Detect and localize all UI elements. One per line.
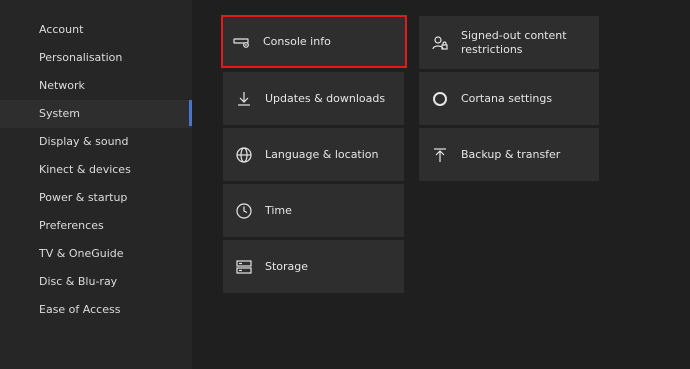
- sidebar-item-label: Network: [39, 79, 85, 92]
- sidebar-item-display-sound[interactable]: Display & sound: [0, 128, 192, 156]
- tile-label: Time: [265, 203, 292, 217]
- sidebar-item-system[interactable]: System: [0, 100, 192, 128]
- sidebar-item-kinect-devices[interactable]: Kinect & devices: [0, 156, 192, 184]
- language-location-tile[interactable]: Language & location: [223, 128, 404, 181]
- cortana-settings-tile[interactable]: Cortana settings: [419, 72, 599, 125]
- updates-downloads-tile[interactable]: Updates & downloads: [223, 72, 404, 125]
- tile-label: Updates & downloads: [265, 91, 386, 105]
- user-lock-icon: [431, 34, 449, 52]
- sidebar-item-account[interactable]: Account: [0, 16, 192, 44]
- sidebar-item-label: Personalisation: [39, 51, 123, 64]
- sidebar-item-label: Power & startup: [39, 191, 128, 204]
- console-icon: [233, 33, 251, 51]
- sidebar-item-label: Preferences: [39, 219, 104, 232]
- tile-label: Storage: [265, 259, 309, 273]
- sidebar-item-label: Disc & Blu-ray: [39, 275, 118, 288]
- storage-icon: [235, 258, 253, 276]
- sidebar-item-label: Ease of Access: [39, 303, 121, 316]
- sidebar-item-ease-of-access[interactable]: Ease of Access: [0, 296, 192, 324]
- sidebar-item-label: Kinect & devices: [39, 163, 131, 176]
- sidebar-item-label: System: [39, 107, 81, 120]
- tile-label: Backup & transfer: [461, 147, 561, 161]
- sidebar: Account Personalisation Network System D…: [0, 0, 192, 369]
- signed-out-restrictions-tile[interactable]: Signed-out content restrictions: [419, 16, 599, 69]
- sidebar-item-tv-oneguide[interactable]: TV & OneGuide: [0, 240, 192, 268]
- storage-tile[interactable]: Storage: [223, 240, 404, 293]
- sidebar-item-personalisation[interactable]: Personalisation: [0, 44, 192, 72]
- upload-icon: [431, 146, 449, 164]
- tile-label: Cortana settings: [461, 91, 553, 105]
- sidebar-item-label: Display & sound: [39, 135, 129, 148]
- tile-label: Console info: [263, 34, 331, 48]
- backup-transfer-tile[interactable]: Backup & transfer: [419, 128, 599, 181]
- sidebar-item-disc-bluray[interactable]: Disc & Blu-ray: [0, 268, 192, 296]
- sidebar-item-preferences[interactable]: Preferences: [0, 212, 192, 240]
- download-icon: [235, 90, 253, 108]
- sidebar-item-label: TV & OneGuide: [39, 247, 124, 260]
- tile-label: Language & location: [265, 147, 379, 161]
- selection-indicator: [189, 100, 192, 126]
- clock-icon: [235, 202, 253, 220]
- globe-icon: [235, 146, 253, 164]
- time-tile[interactable]: Time: [223, 184, 404, 237]
- circle-icon: [431, 90, 449, 108]
- sidebar-item-power-startup[interactable]: Power & startup: [0, 184, 192, 212]
- tile-label: Signed-out content restrictions: [461, 28, 567, 56]
- console-info-tile[interactable]: Console info: [221, 15, 407, 68]
- sidebar-item-network[interactable]: Network: [0, 72, 192, 100]
- sidebar-item-label: Account: [39, 23, 84, 36]
